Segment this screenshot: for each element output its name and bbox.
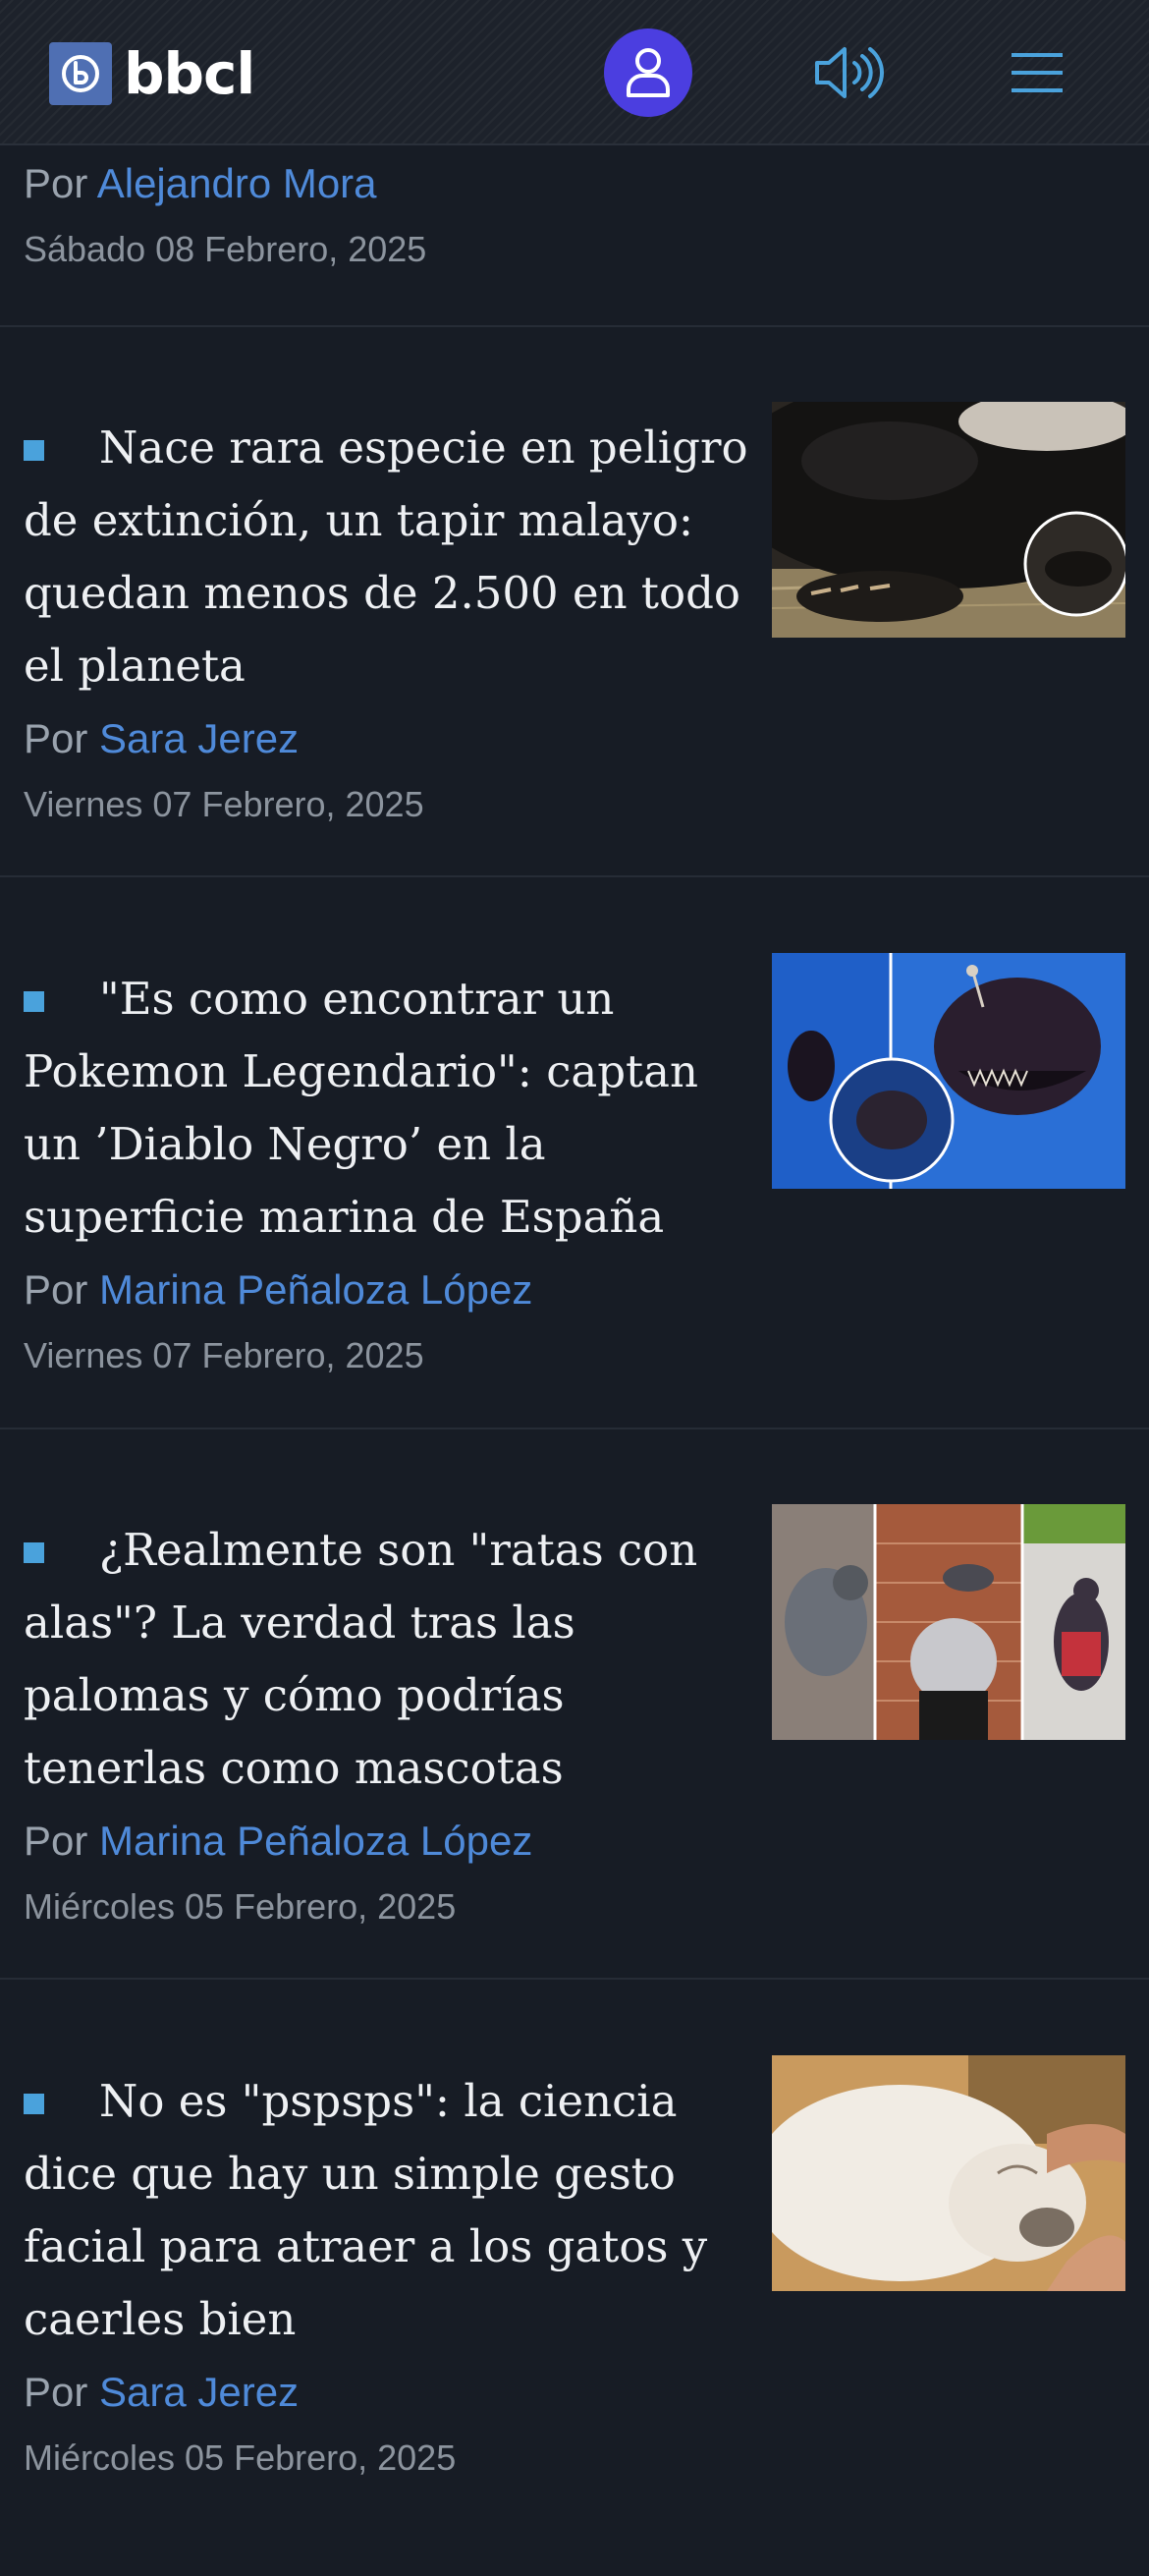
article-title-link[interactable]: No es "pspsps": la ciencia dice que hay … xyxy=(24,2065,750,2356)
bbcl-logo-icon xyxy=(49,42,112,105)
article-item: Nace rara especie en peligro de extinció… xyxy=(0,402,1149,923)
anglerfish-photo xyxy=(772,953,1125,1189)
site-header: bbcl xyxy=(0,0,1149,145)
byline: Por Sara Jerez xyxy=(24,2372,456,2413)
article-title: "Es como encontrar un Pokemon Legendario… xyxy=(24,973,698,1243)
article-meta: Por Marina Peñaloza López Viernes 07 Feb… xyxy=(24,1269,532,1373)
article-item: No es "pspsps": la ciencia dice que hay … xyxy=(0,2055,1149,2576)
article-date: Viernes 07 Febrero, 2025 xyxy=(24,1335,424,1375)
article-thumbnail[interactable] xyxy=(772,953,1125,1189)
hamburger-menu-icon xyxy=(1012,53,1063,92)
article-thumbnail[interactable] xyxy=(772,1504,1125,1740)
article-title: ¿Realmente son "ratas con alas"? La verd… xyxy=(24,1524,698,1794)
article-meta: Por Marina Peñaloza López Miércoles 05 F… xyxy=(24,1820,532,1925)
article-title-link[interactable]: Nace rara especie en peligro de extinció… xyxy=(24,412,750,702)
bullet-icon xyxy=(24,1542,44,1563)
by-label: Por xyxy=(24,715,88,761)
author-link[interactable]: Marina Peñaloza López xyxy=(99,1266,532,1313)
by-label: Por xyxy=(24,1266,88,1313)
byline: Por Marina Peñaloza López xyxy=(24,1820,532,1862)
article-meta: Por Sara Jerez Viernes 07 Febrero, 2025 xyxy=(24,718,424,822)
previous-article-meta: Por Alejandro Mora Sábado 08 Febrero, 20… xyxy=(24,163,426,267)
article-thumbnail[interactable] xyxy=(772,402,1125,638)
article-title: No es "pspsps": la ciencia dice que hay … xyxy=(24,2075,708,2345)
site-logo[interactable]: bbcl xyxy=(49,40,255,107)
article-title-link[interactable]: ¿Realmente son "ratas con alas"? La verd… xyxy=(24,1514,750,1805)
author-link[interactable]: Alejandro Mora xyxy=(97,160,377,206)
tapir-photo xyxy=(772,402,1125,638)
article-title-link[interactable]: "Es como encontrar un Pokemon Legendario… xyxy=(24,963,750,1254)
author-link[interactable]: Sara Jerez xyxy=(99,2369,299,2415)
author-link[interactable]: Sara Jerez xyxy=(99,715,299,761)
divider xyxy=(0,1428,1149,1429)
bullet-icon xyxy=(24,2094,44,2114)
article-date: Viernes 07 Febrero, 2025 xyxy=(24,784,424,824)
article-meta: Por Sara Jerez Miércoles 05 Febrero, 202… xyxy=(24,2372,456,2476)
divider xyxy=(0,325,1149,327)
by-label: Por xyxy=(24,160,88,206)
article-title: Nace rara especie en peligro de extinció… xyxy=(24,421,748,692)
user-account-button[interactable] xyxy=(604,28,692,117)
bullet-icon xyxy=(24,440,44,461)
audio-button[interactable] xyxy=(811,37,886,108)
article-item: ¿Realmente son "ratas con alas"? La verd… xyxy=(0,1504,1149,2025)
divider xyxy=(0,875,1149,877)
byline: Por Alejandro Mora xyxy=(24,163,426,204)
user-icon xyxy=(627,48,670,97)
menu-button[interactable] xyxy=(1006,37,1068,108)
byline: Por Sara Jerez xyxy=(24,718,424,759)
bullet-icon xyxy=(24,991,44,1012)
by-label: Por xyxy=(24,1818,88,1864)
article-date: Miércoles 05 Febrero, 2025 xyxy=(24,2437,457,2478)
speaker-icon xyxy=(815,47,884,98)
author-link[interactable]: Marina Peñaloza López xyxy=(99,1818,532,1864)
logo-text: bbcl xyxy=(124,40,255,107)
article-date: Miércoles 05 Febrero, 2025 xyxy=(24,1886,457,1927)
by-label: Por xyxy=(24,2369,88,2415)
cat-photo xyxy=(772,2055,1125,2291)
divider xyxy=(0,1978,1149,1980)
article-thumbnail[interactable] xyxy=(772,2055,1125,2291)
pigeons-photo xyxy=(772,1504,1125,1740)
article-date: Sábado 08 Febrero, 2025 xyxy=(24,229,427,269)
article-item: "Es como encontrar un Pokemon Legendario… xyxy=(0,953,1149,1474)
byline: Por Marina Peñaloza López xyxy=(24,1269,532,1311)
